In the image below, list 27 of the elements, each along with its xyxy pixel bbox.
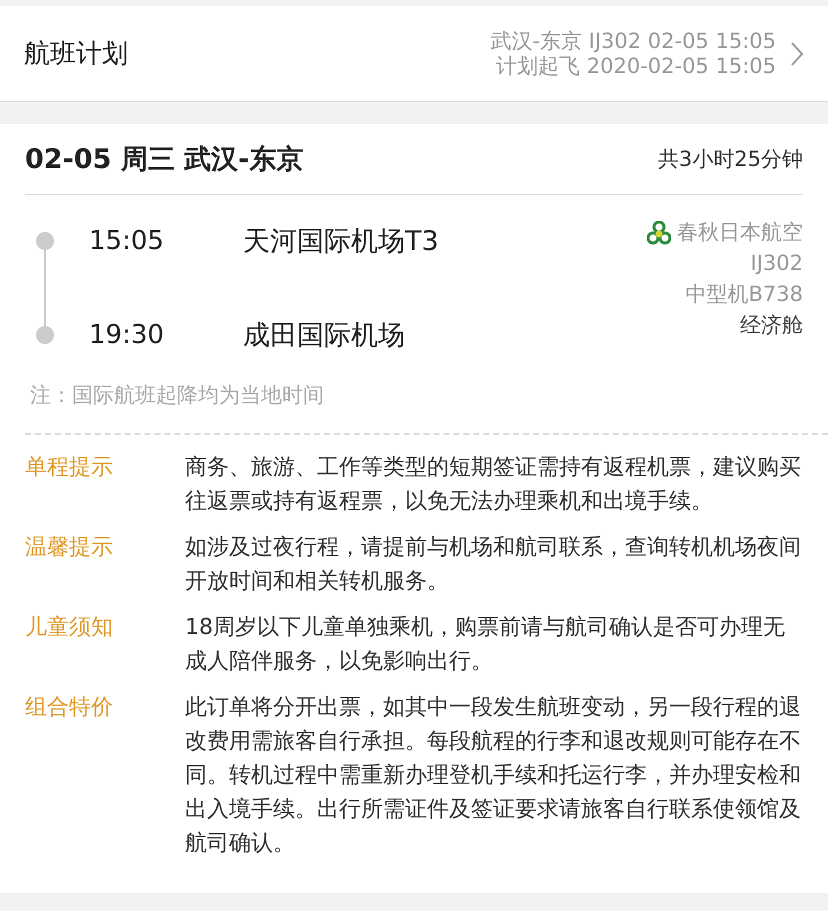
airport-name: 成田国际机场 bbox=[243, 319, 405, 353]
flight-summary: 武汉-东京 IJ302 02-05 15:05 bbox=[490, 28, 776, 54]
aircraft-type: 中型机B738 bbox=[686, 281, 803, 308]
stop-time: 19:30 bbox=[89, 320, 165, 350]
notice-text: 如涉及过夜行程，请提前与机场和航司联系，查询转机机场夜间开放时间和相关转机服务。 bbox=[185, 534, 802, 596]
page-title: 航班计划 bbox=[24, 38, 129, 71]
cabin-class: 经济舱 bbox=[740, 312, 803, 339]
timezone-note: 注：国际航班起降均为当地时间 bbox=[29, 382, 325, 409]
notice-label: 温馨提示 bbox=[25, 534, 114, 562]
header-bar[interactable]: 航班计划 武汉-东京 IJ302 02-05 15:05 计划起飞 2020-02-05 15:05 bbox=[0, 6, 828, 102]
notice-label: 组合特价 bbox=[25, 694, 114, 722]
notice-label: 儿童须知 bbox=[25, 614, 114, 642]
notice-text: 此订单将分开出票，如其中一段发生航班变动，另一段行程的退改费用需旅客自行承担。每段航程的行李和退改规则可能存在不同。转机过程中需重新办理登机手续和托运行李，并办理安检和出入境手续。出行所需证件及签证要求请旅客自行联系使领馆及航司确认。 bbox=[185, 694, 802, 858]
airline-name: 春秋日本航空 bbox=[677, 219, 803, 246]
notice-text: 商务、旅游、工作等类型的短期签证需持有返程机票，建议购买往返票或持有返程票，以免无法办理乘机和出境手续。 bbox=[185, 454, 802, 516]
notice-label: 单程提示 bbox=[25, 454, 114, 482]
departure-plan: 计划起飞 2020-02-05 15:05 bbox=[496, 54, 776, 78]
notice-text: 18周岁以下儿童单独乘机，购票前请与航司确认是否可办理无成人陪伴服务，以免影响出行。 bbox=[185, 614, 786, 676]
duration: 共3小时25分钟 bbox=[658, 146, 803, 173]
chevron-right-icon bbox=[790, 40, 804, 66]
airport-name: 天河国际机场T3 bbox=[243, 225, 439, 259]
segment-title: 02-05 周三 武汉-东京 bbox=[25, 143, 304, 177]
airline-logo-icon bbox=[647, 220, 671, 244]
stop-time: 15:05 bbox=[89, 226, 165, 256]
flight-number: IJ302 bbox=[750, 250, 803, 277]
timeline-dot bbox=[36, 326, 54, 344]
timeline-dot bbox=[36, 232, 54, 250]
